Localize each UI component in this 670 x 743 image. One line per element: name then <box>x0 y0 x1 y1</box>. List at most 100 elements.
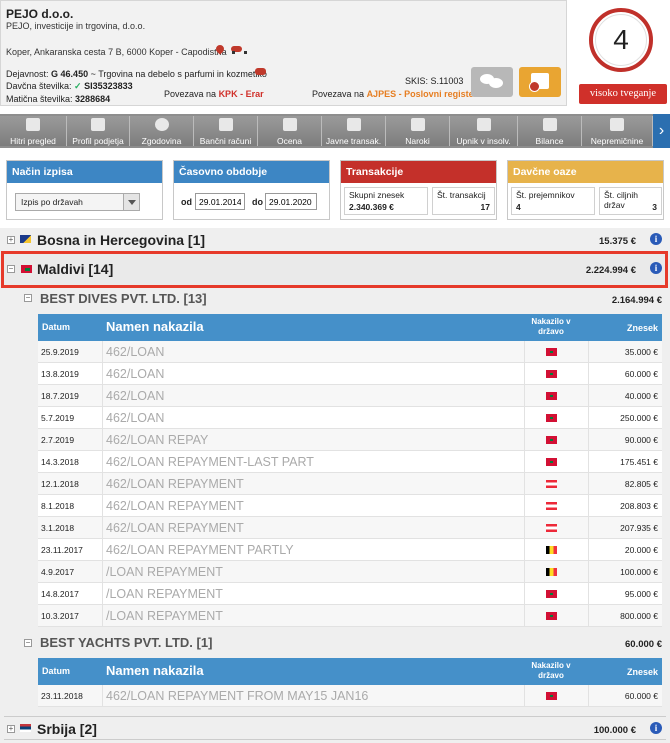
country-row-maldives[interactable]: − Maldivi [14] 2.224.994 € i <box>1 251 668 288</box>
tab-upnik-v-insolv[interactable]: Upnik v insolv. <box>450 116 518 146</box>
mode-select[interactable]: Izpis po državah <box>15 193 140 211</box>
col-date[interactable]: Datum <box>42 666 70 676</box>
row-date: 2.7.2019 <box>41 435 75 445</box>
tab-hitri-pregled[interactable]: Hitri pregled <box>0 116 67 146</box>
tab-profil-podjetja[interactable]: Profil podjetja <box>67 116 130 146</box>
column-divider <box>588 561 589 582</box>
transactions-table-best-yachts: Datum Namen nakazila Nakazilo v državo Z… <box>38 658 662 707</box>
activity-label: Dejavnost: <box>6 69 49 79</box>
flag-mv-icon <box>546 436 557 444</box>
to-date-input[interactable] <box>265 193 317 210</box>
row-amount: 60.000 € <box>624 369 658 379</box>
bar-chart-icon <box>542 118 557 131</box>
tab-ocena[interactable]: Ocena <box>258 116 322 146</box>
row-amount: 250.000 € <box>620 413 658 423</box>
tab-zgodovina[interactable]: Zgodovina <box>130 116 194 146</box>
total-amount-cell: Skupni znesek 2.340.369 € <box>344 187 428 215</box>
country-row-serbia[interactable]: + Srbija [2] 100.000 € i <box>4 716 666 740</box>
tab-bilance[interactable]: Bilance <box>518 116 582 146</box>
collapse-icon[interactable]: − <box>24 294 32 302</box>
column-divider <box>102 407 103 428</box>
row-purpose: /LOAN REPAYMENT <box>106 587 223 601</box>
mode-select-value: Izpis po državah <box>21 197 83 207</box>
tab-label: Zgodovina <box>141 136 182 146</box>
tab-naroki[interactable]: Naroki <box>386 116 450 146</box>
from-date-input[interactable] <box>195 193 245 210</box>
flag-mv-icon <box>546 612 557 620</box>
tab-nepremicnine[interactable]: Nepremičnine <box>582 116 653 146</box>
col-country-line1[interactable]: Nakazilo v <box>524 661 578 670</box>
col-purpose[interactable]: Namen nakazila <box>106 663 204 678</box>
column-divider <box>524 407 525 428</box>
tax-label: Davčna številka: <box>6 81 72 91</box>
row-purpose: 462/LOAN <box>106 345 165 359</box>
flag-inner <box>550 373 553 375</box>
ajpes-link[interactable]: AJPES - Poslovni register <box>367 89 478 99</box>
col-country-line1[interactable]: Nakazilo v <box>524 317 578 326</box>
flag-inner <box>25 268 30 271</box>
flag-be-icon <box>546 568 557 576</box>
column-divider <box>588 451 589 472</box>
tab-bar: Hitri pregled Profil podjetja Zgodovina … <box>0 114 670 148</box>
col-country-line2[interactable]: državo <box>524 327 578 336</box>
institution-icon <box>346 118 361 131</box>
tab-javne-transak[interactable]: Javne transak. <box>322 116 386 146</box>
total-value: 2.340.369 € <box>349 202 394 212</box>
column-divider <box>102 385 103 406</box>
count-value: 17 <box>480 202 490 212</box>
column-divider <box>524 385 525 406</box>
car-icon[interactable] <box>231 46 247 54</box>
flag-inner <box>550 395 553 397</box>
col-amount[interactable]: Znesek <box>627 323 658 333</box>
skis-code: SKIS: S.11003 <box>405 76 464 86</box>
ajpes-link-line: Povezava na AJPES - Poslovni register <box>312 89 477 99</box>
country-amount: 15.375 € <box>599 236 636 247</box>
collapse-icon[interactable]: − <box>24 639 32 647</box>
row-date: 4.9.2017 <box>41 567 75 577</box>
flag-bosnia-icon <box>20 235 31 243</box>
col-amount[interactable]: Znesek <box>627 667 658 677</box>
column-divider <box>588 495 589 516</box>
row-amount: 175.451 € <box>620 457 658 467</box>
check-icon: ✓ <box>74 81 82 91</box>
table-row: 10.3.2017/LOAN REPAYMENT 800.000 € <box>38 605 662 627</box>
tab-bancni-racuni[interactable]: Bančni računi <box>194 116 258 146</box>
info-icon[interactable]: i <box>650 262 662 274</box>
column-divider <box>102 539 103 560</box>
column-divider <box>102 429 103 450</box>
chat-icon[interactable] <box>471 67 513 97</box>
column-divider <box>524 583 525 604</box>
col-purpose[interactable]: Namen nakazila <box>106 319 204 334</box>
to-label: do <box>252 197 263 207</box>
scales-icon <box>410 118 425 131</box>
document-icon[interactable] <box>519 67 561 97</box>
info-icon[interactable]: i <box>650 233 662 245</box>
period-panel: Časovno obdobje od do <box>173 160 330 220</box>
chevron-down-icon <box>123 194 139 210</box>
tax-havens-title: Davčne oaze <box>508 161 663 183</box>
flag-inner <box>550 351 553 353</box>
megaphone-icon <box>476 118 491 131</box>
activity-link-icon[interactable] <box>255 68 266 75</box>
row-amount: 208.803 € <box>620 501 658 511</box>
kpk-link[interactable]: KPK - Erar <box>219 89 264 99</box>
flag-at-icon <box>546 524 557 532</box>
row-purpose: 462/LOAN <box>106 367 165 381</box>
column-divider <box>588 363 589 384</box>
col-date[interactable]: Datum <box>42 322 70 332</box>
flag-mv-icon <box>546 414 557 422</box>
tabs-next-button[interactable]: › <box>653 114 670 148</box>
col-country-line2[interactable]: državo <box>524 671 578 680</box>
country-name: Bosna in Hercegovina [1] <box>37 232 206 248</box>
recipients-cell: Št. prejemnikov 4 <box>511 187 595 215</box>
collapse-icon[interactable]: − <box>7 265 15 273</box>
country-row-bosnia[interactable]: + Bosna in Hercegovina [1] 15.375 € i <box>4 228 666 252</box>
row-purpose: /LOAN REPAYMENT <box>106 609 223 623</box>
row-purpose: 462/LOAN REPAYMENT <box>106 521 244 535</box>
row-purpose: 462/LOAN <box>106 389 165 403</box>
column-divider <box>524 363 525 384</box>
expand-icon[interactable]: + <box>7 725 15 733</box>
row-purpose: 462/LOAN REPAY <box>106 433 209 447</box>
expand-icon[interactable]: + <box>7 236 15 244</box>
info-icon[interactable]: i <box>650 722 662 734</box>
